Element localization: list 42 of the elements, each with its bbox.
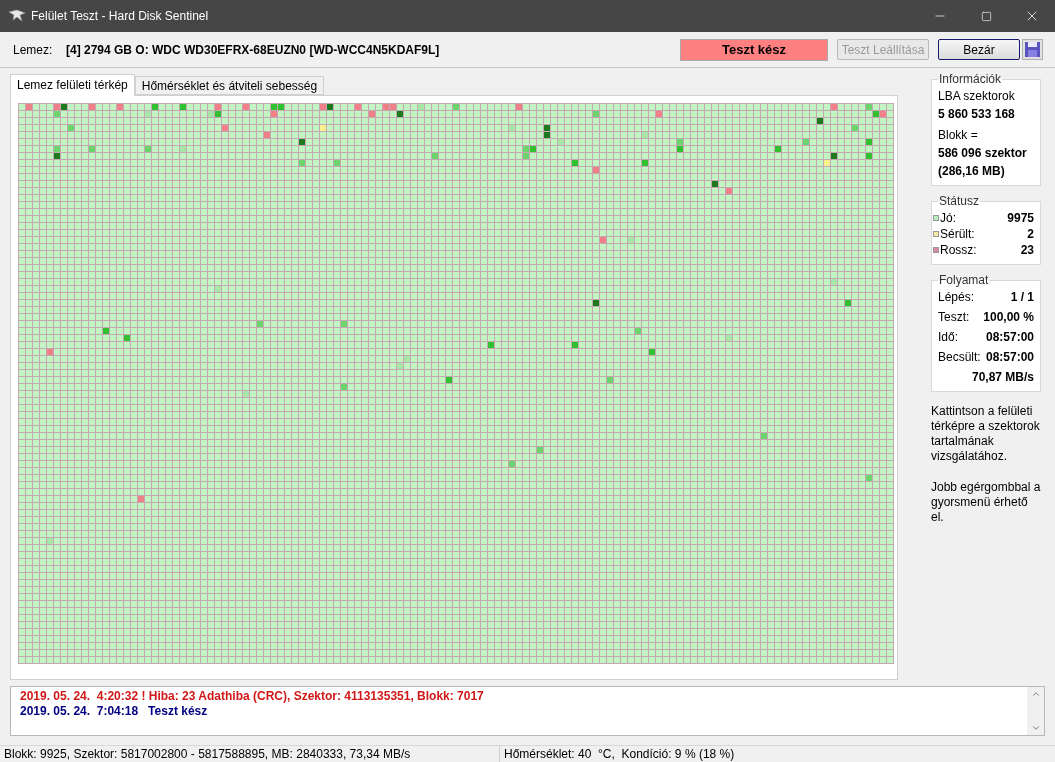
status-label: Jó: [940, 210, 956, 226]
info-value: 586 096 szektor [938, 145, 1028, 161]
status-count: 23 [1020, 242, 1034, 258]
scroll-up-icon[interactable] [1030, 689, 1041, 699]
log-entry: 2019. 05. 24. 7:04:18 Teszt kész [20, 704, 209, 719]
status-count: 9975 [1007, 210, 1034, 226]
progress-value: 08:57:00 [985, 349, 1034, 365]
test-status-banner: Teszt kész [680, 38, 828, 61]
info-value: 5 860 533 168 [938, 106, 1016, 122]
info-label: Blokk = [938, 127, 979, 143]
tab[interactable]: Hőmérséklet és átviteli sebesség [134, 76, 325, 95]
dialog-button[interactable]: Bezár [938, 39, 1020, 60]
status-label: Rossz: [940, 242, 977, 258]
progress-label: Becsült: [938, 349, 981, 365]
progress-value: 1 / 1 [1010, 289, 1034, 305]
tab[interactable]: Lemez felületi térkép [10, 74, 135, 96]
progress-label: Idő: [938, 329, 958, 345]
progress-label: Teszt: [938, 309, 970, 325]
progress-value: 100,00 % [983, 309, 1034, 325]
maximize-icon[interactable] [980, 10, 992, 22]
group-title: Információk [938, 71, 1003, 88]
status-bar-text: Blokk: 9925, Szektor: 5817002800 - 5817588895, MB: 2840333, 73,34 MB/s [0, 746, 500, 762]
status-label: Sérült: [940, 226, 975, 242]
status-bar-text: Hőmérséklet: 40 °C, Kondíció: 9 % (18 %) [503, 746, 736, 762]
window-title: Felület Teszt - Hard Disk Sentinel [31, 8, 209, 25]
status-count: 2 [1027, 226, 1034, 242]
hint-text: Kattintson a felületi térképre a szektorok tartalmának vizsgálatához. [931, 404, 1041, 464]
progress-label: Lépés: [938, 289, 975, 305]
disk-name: [4] 2794 GB O: WDC WD30EFRX-68EUZN0 [WD-WCC4N5KDAF9L] [66, 41, 440, 59]
progress-value: 70,87 MB/s [971, 369, 1034, 385]
progress-value: 08:57:00 [985, 329, 1034, 345]
hint-text: Jobb egérgombbal a gyorsmenü érhető el. [931, 480, 1041, 525]
disk-label: Lemez: [13, 41, 54, 59]
log-entry: 2019. 05. 24. 4:20:32 ! Hiba: 23 Adathiba (CRC), Szektor: 4113135351, Blokk: 7017 [20, 689, 485, 704]
scrollbar[interactable] [1027, 687, 1044, 735]
scroll-down-icon[interactable] [1030, 723, 1041, 733]
save-icon[interactable] [1022, 39, 1043, 60]
app-logo-icon [8, 9, 26, 23]
group-title: Folyamat [938, 272, 990, 289]
info-label: LBA szektorok [938, 88, 1016, 104]
info-value: (286,16 MB) [938, 163, 1006, 179]
group-title: Státusz [938, 193, 981, 210]
